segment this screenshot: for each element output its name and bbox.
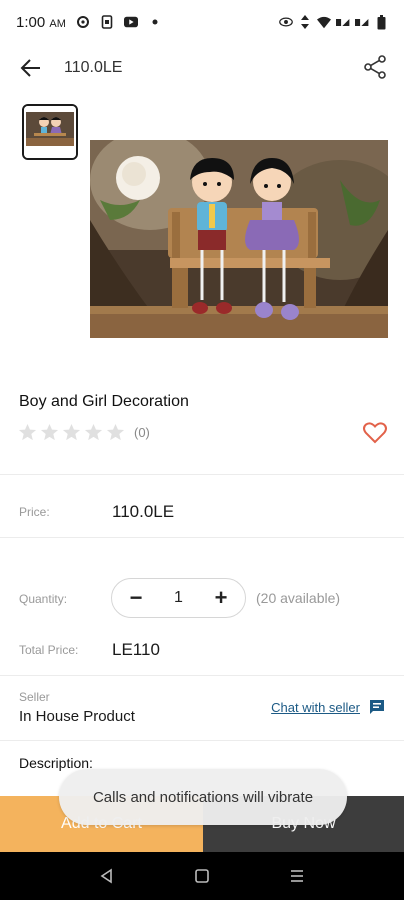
product-thumbnail[interactable] [22,104,78,160]
product-main-image[interactable] [90,140,388,338]
star-icon [84,423,103,441]
data-arrows-icon [298,15,312,29]
page-title: 110.0LE [64,59,123,76]
system-navigation-bar [0,852,404,900]
divider [0,740,404,741]
star-icon [106,423,125,441]
chat-with-seller-link[interactable]: Chat with seller [271,698,386,716]
chat-with-seller-label: Chat with seller [271,699,360,715]
divider [0,537,404,538]
divider [0,675,404,676]
price-label: Price: [19,505,50,519]
status-bar: 1:00 AM [0,0,404,44]
available-stock: (20 available) [256,590,341,606]
status-time: 1:00 AM [16,13,66,31]
nav-back-icon [100,868,113,884]
nav-home-icon [195,869,209,883]
arrow-left-icon [20,59,40,77]
phone-icon [100,15,114,29]
nav-home-button[interactable] [188,862,216,890]
price-value: 110.0LE [112,502,175,521]
wishlist-button[interactable] [362,420,388,446]
settings-icon [76,15,90,29]
decrease-quantity-button[interactable]: − [126,587,146,609]
product-photo [90,140,388,338]
youtube-icon [123,15,138,29]
nav-back-button[interactable] [93,862,121,890]
divider [0,474,404,475]
share-button[interactable] [362,54,390,82]
nav-recents-icon [290,870,303,882]
seller-label: Seller [19,690,50,704]
app-header: 110.0LE [0,44,404,92]
product-name: Boy and Girl Decoration [19,393,189,410]
star-rating: (0) [18,423,150,442]
quantity-stepper: − 1 + [111,578,246,618]
battery-icon [374,14,388,29]
toast-notification: Calls and notifications will vibrate [59,769,347,825]
nav-recents-button[interactable] [283,862,311,890]
signal-icon [355,15,369,29]
wifi-icon [317,15,331,29]
chat-icon [370,700,384,714]
total-price-label: Total Price: [19,643,79,657]
star-icon [62,423,81,441]
back-button[interactable] [0,44,64,92]
star-icon [18,423,37,441]
quantity-label: Quantity: [19,592,68,606]
seller-name: In House Product [19,708,135,725]
quantity-value[interactable]: 1 [174,589,183,607]
total-price-value: LE110 [112,640,160,659]
heart-outline-icon [363,422,387,444]
dot-icon [148,15,162,29]
share-icon [364,55,386,79]
increase-quantity-button[interactable]: + [211,587,231,609]
signal-icon [336,15,350,29]
star-icon [40,423,59,441]
thumbnail-image [24,106,76,158]
eye-icon [279,15,293,29]
rating-count: (0) [134,425,150,440]
